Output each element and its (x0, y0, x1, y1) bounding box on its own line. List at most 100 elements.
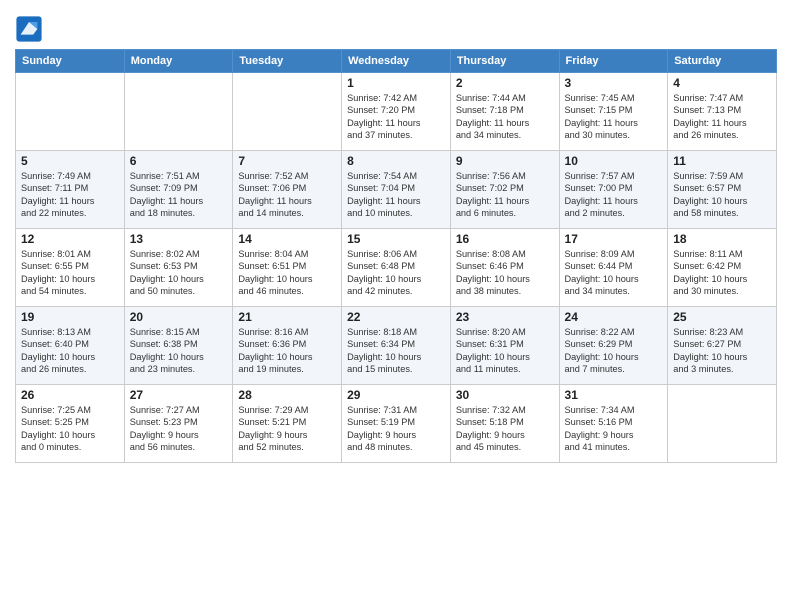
day-number: 15 (347, 232, 445, 246)
calendar-header: SundayMondayTuesdayWednesdayThursdayFrid… (16, 50, 777, 73)
calendar-cell: 2 Sunrise: 7:44 AM Sunset: 7:18 PM Daylig… (450, 73, 559, 151)
calendar-cell: 11 Sunrise: 7:59 AM Sunset: 6:57 PM Dayli… (668, 151, 777, 229)
day-number: 6 (130, 154, 228, 168)
day-info: Sunrise: 7:32 AM Sunset: 5:18 PM Dayligh… (456, 404, 554, 454)
day-info: Sunrise: 7:44 AM Sunset: 7:18 PM Dayligh… (456, 92, 554, 142)
calendar-cell: 6 Sunrise: 7:51 AM Sunset: 7:09 PM Daylig… (124, 151, 233, 229)
calendar-table: SundayMondayTuesdayWednesdayThursdayFrid… (15, 49, 777, 463)
day-number: 16 (456, 232, 554, 246)
calendar-cell: 17Sunrise: 8:09 AM Sunset: 6:44 PM Dayli… (559, 229, 668, 307)
day-info: Sunrise: 8:22 AM Sunset: 6:29 PM Dayligh… (565, 326, 663, 376)
day-number: 23 (456, 310, 554, 324)
calendar-cell: 18 Sunrise: 8:11 AM Sunset: 6:42 PM Dayli… (668, 229, 777, 307)
day-number: 28 (238, 388, 336, 402)
calendar-cell: 8Sunrise: 7:54 AM Sunset: 7:04 PM Daylig… (342, 151, 451, 229)
day-info: Sunrise: 8:08 AM Sunset: 6:46 PM Dayligh… (456, 248, 554, 298)
calendar-cell: 10Sunrise: 7:57 AM Sunset: 7:00 PM Dayli… (559, 151, 668, 229)
calendar-cell: 16 Sunrise: 8:08 AM Sunset: 6:46 PM Dayli… (450, 229, 559, 307)
weekday-header-saturday: Saturday (668, 50, 777, 73)
day-info: Sunrise: 7:42 AM Sunset: 7:20 PM Dayligh… (347, 92, 445, 142)
day-number: 3 (565, 76, 663, 90)
day-info: Sunrise: 7:25 AM Sunset: 5:25 PM Dayligh… (21, 404, 119, 454)
calendar-cell: 30 Sunrise: 7:32 AM Sunset: 5:18 PM Dayli… (450, 385, 559, 463)
calendar-cell: 5 Sunrise: 7:49 AM Sunset: 7:11 PM Daylig… (16, 151, 125, 229)
calendar-cell: 3Sunrise: 7:45 AM Sunset: 7:15 PM Daylig… (559, 73, 668, 151)
header (15, 10, 777, 43)
day-info: Sunrise: 7:52 AM Sunset: 7:06 PM Dayligh… (238, 170, 336, 220)
day-number: 13 (130, 232, 228, 246)
day-number: 18 (673, 232, 771, 246)
day-number: 25 (673, 310, 771, 324)
calendar-cell: 24 Sunrise: 8:22 AM Sunset: 6:29 PM Dayli… (559, 307, 668, 385)
day-number: 30 (456, 388, 554, 402)
calendar-body: 1Sunrise: 7:42 AM Sunset: 7:20 PM Daylig… (16, 73, 777, 463)
day-info: Sunrise: 8:23 AM Sunset: 6:27 PM Dayligh… (673, 326, 771, 376)
calendar-cell: 7Sunrise: 7:52 AM Sunset: 7:06 PM Daylig… (233, 151, 342, 229)
day-info: Sunrise: 8:11 AM Sunset: 6:42 PM Dayligh… (673, 248, 771, 298)
day-number: 12 (21, 232, 119, 246)
weekday-header-monday: Monday (124, 50, 233, 73)
day-info: Sunrise: 8:06 AM Sunset: 6:48 PM Dayligh… (347, 248, 445, 298)
day-number: 31 (565, 388, 663, 402)
day-info: Sunrise: 8:13 AM Sunset: 6:40 PM Dayligh… (21, 326, 119, 376)
day-info: Sunrise: 7:56 AM Sunset: 7:02 PM Dayligh… (456, 170, 554, 220)
calendar-cell: 28 Sunrise: 7:29 AM Sunset: 5:21 PM Dayli… (233, 385, 342, 463)
day-number: 10 (565, 154, 663, 168)
day-info: Sunrise: 7:29 AM Sunset: 5:21 PM Dayligh… (238, 404, 336, 454)
calendar-cell (124, 73, 233, 151)
day-number: 2 (456, 76, 554, 90)
day-info: Sunrise: 7:31 AM Sunset: 5:19 PM Dayligh… (347, 404, 445, 454)
day-info: Sunrise: 8:20 AM Sunset: 6:31 PM Dayligh… (456, 326, 554, 376)
calendar-cell: 13 Sunrise: 8:02 AM Sunset: 6:53 PM Dayli… (124, 229, 233, 307)
day-number: 5 (21, 154, 119, 168)
weekday-header-wednesday: Wednesday (342, 50, 451, 73)
day-number: 11 (673, 154, 771, 168)
day-number: 4 (673, 76, 771, 90)
calendar-cell: 29 Sunrise: 7:31 AM Sunset: 5:19 PM Dayli… (342, 385, 451, 463)
day-info: Sunrise: 8:02 AM Sunset: 6:53 PM Dayligh… (130, 248, 228, 298)
weekday-header-sunday: Sunday (16, 50, 125, 73)
day-number: 14 (238, 232, 336, 246)
day-number: 9 (456, 154, 554, 168)
calendar-cell: 12 Sunrise: 8:01 AM Sunset: 6:55 PM Dayli… (16, 229, 125, 307)
calendar-cell: 26 Sunrise: 7:25 AM Sunset: 5:25 PM Dayli… (16, 385, 125, 463)
day-info: Sunrise: 7:51 AM Sunset: 7:09 PM Dayligh… (130, 170, 228, 220)
calendar-cell: 1Sunrise: 7:42 AM Sunset: 7:20 PM Daylig… (342, 73, 451, 151)
calendar-cell (233, 73, 342, 151)
day-info: Sunrise: 7:27 AM Sunset: 5:23 PM Dayligh… (130, 404, 228, 454)
day-info: Sunrise: 7:34 AM Sunset: 5:16 PM Dayligh… (565, 404, 663, 454)
calendar-cell (16, 73, 125, 151)
calendar-cell: 27Sunrise: 7:27 AM Sunset: 5:23 PM Dayli… (124, 385, 233, 463)
week-row-3: 12 Sunrise: 8:01 AM Sunset: 6:55 PM Dayli… (16, 229, 777, 307)
day-number: 21 (238, 310, 336, 324)
weekday-header-thursday: Thursday (450, 50, 559, 73)
day-number: 24 (565, 310, 663, 324)
day-info: Sunrise: 7:59 AM Sunset: 6:57 PM Dayligh… (673, 170, 771, 220)
day-info: Sunrise: 7:49 AM Sunset: 7:11 PM Dayligh… (21, 170, 119, 220)
calendar-cell: 15 Sunrise: 8:06 AM Sunset: 6:48 PM Dayli… (342, 229, 451, 307)
logo-icon (15, 15, 43, 43)
weekday-header-tuesday: Tuesday (233, 50, 342, 73)
week-row-5: 26 Sunrise: 7:25 AM Sunset: 5:25 PM Dayli… (16, 385, 777, 463)
calendar-cell: 25 Sunrise: 8:23 AM Sunset: 6:27 PM Dayli… (668, 307, 777, 385)
day-number: 26 (21, 388, 119, 402)
weekday-row: SundayMondayTuesdayWednesdayThursdayFrid… (16, 50, 777, 73)
day-info: Sunrise: 8:16 AM Sunset: 6:36 PM Dayligh… (238, 326, 336, 376)
page-container: SundayMondayTuesdayWednesdayThursdayFrid… (0, 0, 792, 468)
calendar-cell: 14 Sunrise: 8:04 AM Sunset: 6:51 PM Dayli… (233, 229, 342, 307)
calendar-cell: 9 Sunrise: 7:56 AM Sunset: 7:02 PM Daylig… (450, 151, 559, 229)
logo (15, 15, 45, 43)
calendar-cell: 4 Sunrise: 7:47 AM Sunset: 7:13 PM Daylig… (668, 73, 777, 151)
day-info: Sunrise: 7:47 AM Sunset: 7:13 PM Dayligh… (673, 92, 771, 142)
day-info: Sunrise: 8:09 AM Sunset: 6:44 PM Dayligh… (565, 248, 663, 298)
week-row-1: 1Sunrise: 7:42 AM Sunset: 7:20 PM Daylig… (16, 73, 777, 151)
day-number: 29 (347, 388, 445, 402)
calendar-cell: 22Sunrise: 8:18 AM Sunset: 6:34 PM Dayli… (342, 307, 451, 385)
day-info: Sunrise: 8:04 AM Sunset: 6:51 PM Dayligh… (238, 248, 336, 298)
calendar-cell: 20Sunrise: 8:15 AM Sunset: 6:38 PM Dayli… (124, 307, 233, 385)
day-info: Sunrise: 8:15 AM Sunset: 6:38 PM Dayligh… (130, 326, 228, 376)
day-info: Sunrise: 7:54 AM Sunset: 7:04 PM Dayligh… (347, 170, 445, 220)
day-info: Sunrise: 8:01 AM Sunset: 6:55 PM Dayligh… (21, 248, 119, 298)
calendar-cell: 21 Sunrise: 8:16 AM Sunset: 6:36 PM Dayli… (233, 307, 342, 385)
calendar-cell: 23 Sunrise: 8:20 AM Sunset: 6:31 PM Dayli… (450, 307, 559, 385)
